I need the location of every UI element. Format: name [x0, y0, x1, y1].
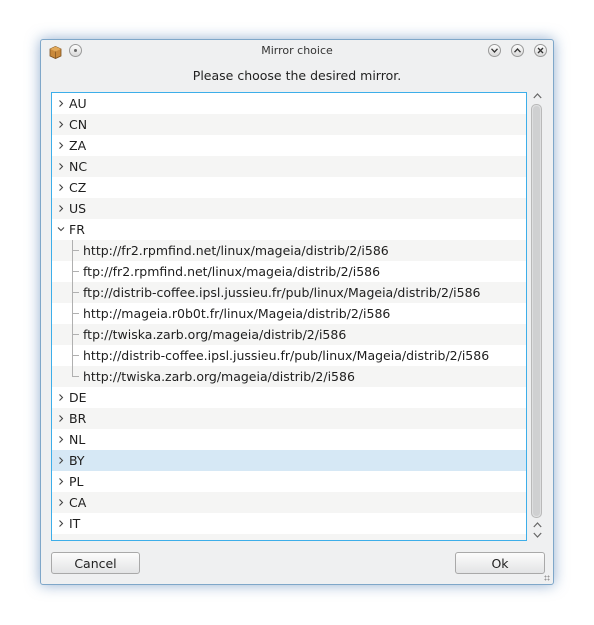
expand-arrow-right-icon[interactable]: [56, 408, 66, 429]
mirror-url-label: http://twiska.zarb.org/mageia/distrib/2/…: [83, 369, 355, 384]
expand-arrow-right-icon[interactable]: [56, 114, 66, 135]
mirror-url-label: http://fr2.rpmfind.net/linux/mageia/dist…: [83, 243, 389, 258]
tree-item-ca[interactable]: CA: [52, 492, 526, 513]
tree-item-label: DE: [69, 390, 87, 405]
expand-arrow-right-icon[interactable]: [56, 534, 66, 540]
tree-branch-line: [72, 240, 80, 261]
minimize-icon[interactable]: [488, 44, 501, 57]
expand-arrow-right-icon[interactable]: [56, 177, 66, 198]
mirror-url-label: http://distrib-coffee.ipsl.jussieu.fr/pu…: [83, 348, 490, 363]
tree-item-label: TW: [69, 534, 89, 540]
scroll-down-arrow-icon[interactable]: [531, 531, 543, 541]
title-bar[interactable]: Mirror choice: [41, 40, 553, 62]
cancel-button[interactable]: Cancel: [51, 552, 140, 574]
tree-item-tw[interactable]: TW: [52, 534, 526, 540]
mirror-url-label: ftp://distrib-coffee.ipsl.jussieu.fr/pub…: [83, 285, 481, 300]
tree-item-label: PL: [69, 474, 84, 489]
tree-item-pl[interactable]: PL: [52, 471, 526, 492]
tree-item-nl[interactable]: NL: [52, 429, 526, 450]
expand-arrow-right-icon[interactable]: [56, 135, 66, 156]
tree-item-label: BR: [69, 411, 87, 426]
maximize-icon[interactable]: [511, 44, 524, 57]
tree-branch-line: [72, 303, 80, 324]
resize-grip-icon[interactable]: [544, 575, 550, 581]
tree-branch-line: [72, 261, 80, 282]
tree-branch-line: [72, 282, 80, 303]
mirror-url-label: ftp://fr2.rpmfind.net/linux/mageia/distr…: [83, 264, 381, 279]
tree-item-label: IT: [69, 516, 81, 531]
tree-item-label: BY: [69, 453, 85, 468]
expand-arrow-right-icon[interactable]: [56, 156, 66, 177]
tree-item-nc[interactable]: NC: [52, 156, 526, 177]
mirror-url-item[interactable]: http://fr2.rpmfind.net/linux/mageia/dist…: [52, 240, 526, 261]
expand-arrow-right-icon[interactable]: [56, 492, 66, 513]
mirror-url-item[interactable]: http://twiska.zarb.org/mageia/distrib/2/…: [52, 366, 526, 387]
tree-item-us[interactable]: US: [52, 198, 526, 219]
mirror-url-item[interactable]: ftp://distrib-coffee.ipsl.jussieu.fr/pub…: [52, 282, 526, 303]
mirror-choice-dialog: Mirror choice Please choose the desired …: [40, 39, 554, 585]
tree-item-label: NL: [69, 432, 86, 447]
tree-item-za[interactable]: ZA: [52, 135, 526, 156]
vertical-scrollbar[interactable]: [529, 92, 545, 541]
tree-item-br[interactable]: BR: [52, 408, 526, 429]
mirror-tree[interactable]: AU CN ZA NC CZ US FR http://fr2.rpmfind.net/lin…: [51, 92, 527, 541]
expand-arrow-right-icon[interactable]: [56, 429, 66, 450]
expand-arrow-right-icon[interactable]: [56, 387, 66, 408]
expand-arrow-down-icon[interactable]: [56, 219, 66, 240]
tree-item-fr[interactable]: FR: [52, 219, 526, 240]
expand-arrow-right-icon[interactable]: [56, 198, 66, 219]
tree-item-label: CN: [69, 117, 88, 132]
ok-button[interactable]: Ok: [455, 552, 545, 574]
expand-arrow-right-icon[interactable]: [56, 513, 66, 534]
dialog-heading: Please choose the desired mirror.: [192, 68, 402, 83]
tree-item-au[interactable]: AU: [52, 93, 526, 114]
tree-branch-line: [72, 345, 80, 366]
tree-branch-line: [72, 366, 80, 387]
expand-arrow-right-icon[interactable]: [56, 450, 66, 471]
scrollbar-track[interactable]: [531, 104, 542, 518]
expand-arrow-right-icon[interactable]: [56, 471, 66, 492]
tree-item-label: CA: [69, 495, 87, 510]
window-title: Mirror choice: [261, 44, 333, 57]
close-icon[interactable]: [534, 44, 547, 57]
tree-item-it[interactable]: IT: [52, 513, 526, 534]
tree-item-label: ZA: [69, 138, 87, 153]
tree-item-cn[interactable]: CN: [52, 114, 526, 135]
mirror-url-label: ftp://twiska.zarb.org/mageia/distrib/2/i…: [83, 327, 347, 342]
tree-item-label: AU: [69, 96, 87, 111]
mirror-url-item[interactable]: ftp://twiska.zarb.org/mageia/distrib/2/i…: [52, 324, 526, 345]
tree-item-cz[interactable]: CZ: [52, 177, 526, 198]
mirror-url-item[interactable]: ftp://fr2.rpmfind.net/linux/mageia/distr…: [52, 261, 526, 282]
tree-item-label: CZ: [69, 180, 87, 195]
scroll-up-arrow-icon[interactable]: [531, 92, 543, 102]
scroll-up-arrow-icon[interactable]: [531, 521, 543, 531]
scrollbar-thumb[interactable]: [533, 106, 540, 516]
tree-item-by[interactable]: BY: [52, 450, 526, 471]
tree-item-de[interactable]: DE: [52, 387, 526, 408]
tree-item-label: FR: [69, 222, 85, 237]
mirror-url-item[interactable]: http://mageia.r0b0t.fr/linux/Mageia/dist…: [52, 303, 526, 324]
tree-branch-line: [72, 324, 80, 345]
mirror-url-item[interactable]: http://distrib-coffee.ipsl.jussieu.fr/pu…: [52, 345, 526, 366]
mirror-url-label: http://mageia.r0b0t.fr/linux/Mageia/dist…: [83, 306, 391, 321]
tree-item-label: US: [69, 201, 87, 216]
expand-arrow-right-icon[interactable]: [56, 93, 66, 114]
tree-item-label: NC: [69, 159, 88, 174]
